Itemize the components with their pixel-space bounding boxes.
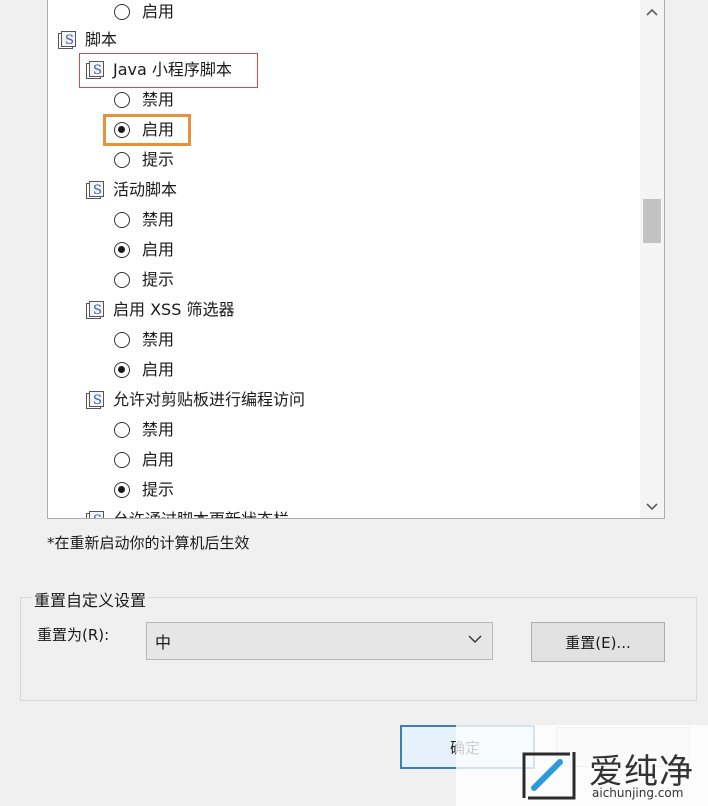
radio-button[interactable] — [114, 422, 130, 438]
radio-button[interactable] — [114, 272, 130, 288]
setting-label: 允许通过脚本更新状态栏 — [113, 510, 289, 518]
reset-level-select[interactable]: 中 — [146, 622, 493, 660]
setting-label: 允许对剪贴板进行编程访问 — [113, 390, 306, 409]
highlight-box — [79, 53, 258, 88]
radio-option[interactable]: 启用 — [114, 445, 174, 475]
option-label: 启用 — [142, 450, 175, 469]
option-label: 提示 — [142, 480, 175, 499]
radio-button[interactable] — [114, 452, 130, 468]
script-setting-icon: S — [86, 301, 104, 319]
script-setting-icon: S — [86, 391, 104, 409]
radio-option[interactable]: 启用 — [114, 235, 174, 265]
security-settings-dialog: 启用 S 脚本 S Java 小程序脚本 禁用 启用 提示 S 活动脚本 禁用 … — [0, 0, 708, 806]
option-label: 提示 — [142, 150, 175, 169]
highlight-box — [103, 114, 191, 146]
settings-list[interactable]: 启用 S 脚本 S Java 小程序脚本 禁用 启用 提示 S 活动脚本 禁用 … — [47, 0, 665, 519]
setting-label: 活动脚本 — [113, 180, 178, 199]
radio-button[interactable] — [114, 4, 130, 20]
radio-button-selected[interactable] — [114, 482, 130, 498]
vertical-scrollbar[interactable] — [640, 0, 664, 518]
radio-option[interactable]: 启用 — [114, 0, 174, 27]
script-setting-icon: S — [58, 31, 76, 49]
script-setting-icon: S — [86, 511, 104, 518]
radio-option[interactable]: 禁用 — [114, 85, 174, 115]
option-label: 禁用 — [142, 90, 175, 109]
radio-option[interactable]: 提示 — [114, 145, 174, 175]
group-label: 脚本 — [85, 30, 118, 49]
option-label: 启用 — [142, 240, 175, 259]
radio-option[interactable]: 禁用 — [114, 325, 174, 355]
reset-to-label: 重置为(R): — [37, 626, 110, 644]
scroll-thumb[interactable] — [643, 199, 661, 243]
svg-text:S: S — [93, 183, 102, 198]
watermark-url: aichunjing.com — [592, 786, 684, 800]
option-label: 禁用 — [142, 210, 175, 229]
reset-button[interactable]: 重置(E)... — [531, 622, 665, 662]
svg-text:S: S — [93, 513, 102, 518]
radio-button[interactable] — [114, 152, 130, 168]
settings-tree: 启用 S 脚本 S Java 小程序脚本 禁用 启用 提示 S 活动脚本 禁用 … — [48, 0, 640, 518]
option-label: 启用 — [142, 360, 175, 379]
restart-note: *在重新启动你的计算机后生效 — [47, 534, 250, 552]
radio-button-selected[interactable] — [114, 362, 130, 378]
scroll-up-button[interactable] — [640, 1, 664, 23]
radio-button[interactable] — [114, 212, 130, 228]
scroll-down-button[interactable] — [640, 496, 664, 518]
radio-option[interactable]: 禁用 — [114, 415, 174, 445]
radio-button-selected[interactable] — [114, 242, 130, 258]
radio-option[interactable]: 提示 — [114, 475, 174, 505]
group-scripting[interactable]: S 脚本 — [56, 25, 117, 55]
svg-text:S: S — [93, 393, 102, 408]
reset-group-title: 重置自定义设置 — [32, 587, 149, 611]
aichunjing-logo-icon — [522, 752, 576, 800]
setting-label: 启用 XSS 筛选器 — [113, 300, 235, 319]
option-label: 禁用 — [142, 330, 175, 349]
chevron-down-icon — [468, 635, 482, 643]
setting-xss-filter[interactable]: S 启用 XSS 筛选器 — [84, 295, 234, 325]
radio-button[interactable] — [114, 332, 130, 348]
option-label: 启用 — [142, 2, 175, 21]
radio-option[interactable]: 提示 — [114, 265, 174, 295]
chevron-down-icon — [646, 503, 658, 511]
option-label: 提示 — [142, 270, 175, 289]
svg-text:S: S — [65, 33, 74, 48]
setting-active-scripting[interactable]: S 活动脚本 — [84, 175, 177, 205]
option-label: 禁用 — [142, 420, 175, 439]
chevron-up-icon — [646, 8, 658, 16]
reset-level-value: 中 — [155, 633, 172, 652]
radio-option[interactable]: 禁用 — [114, 205, 174, 235]
setting-status-bar-update[interactable]: S 允许通过脚本更新状态栏 — [84, 505, 289, 518]
radio-button[interactable] — [114, 92, 130, 108]
script-setting-icon: S — [86, 181, 104, 199]
setting-clipboard-access[interactable]: S 允许对剪贴板进行编程访问 — [84, 385, 305, 415]
radio-option[interactable]: 启用 — [114, 355, 174, 385]
svg-text:S: S — [93, 303, 102, 318]
